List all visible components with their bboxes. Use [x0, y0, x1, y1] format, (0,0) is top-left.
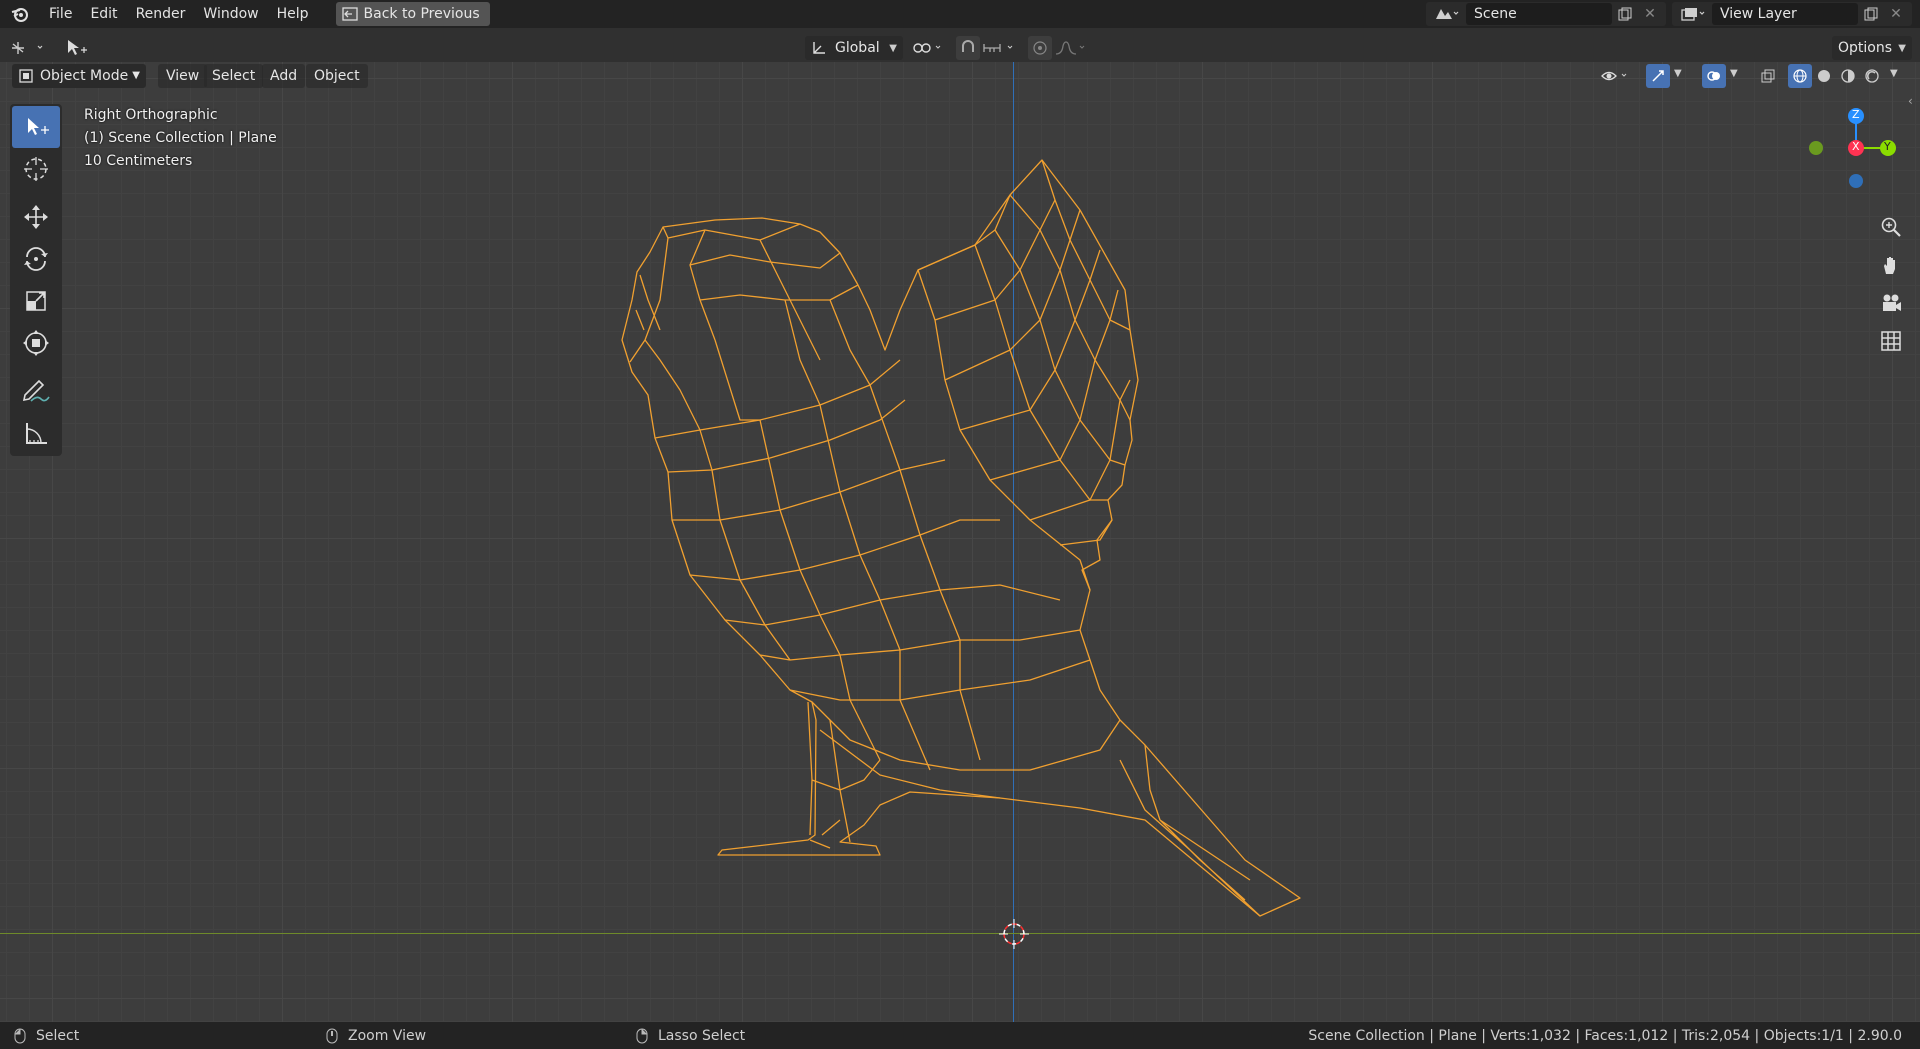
select-tool[interactable]	[12, 106, 60, 148]
scene-statistics: Scene Collection | Plane | Verts:1,032 |…	[1308, 1027, 1902, 1044]
menu-render[interactable]: Render	[127, 0, 195, 28]
transform-tool[interactable]	[12, 322, 60, 364]
3d-cursor-icon[interactable]	[997, 917, 1031, 951]
scene-selector[interactable]: Scene ✕	[1426, 2, 1666, 26]
snap-element-dropdown[interactable]	[982, 36, 1020, 60]
cursor-icon	[24, 157, 48, 181]
proportional-edit-icon[interactable]	[1028, 36, 1052, 60]
status-zoom-label: Zoom View	[348, 1027, 427, 1044]
status-zoom-hint: Zoom View	[326, 1028, 426, 1044]
transform-orientation-dropdown[interactable]: Global ▼	[805, 36, 903, 60]
mouse-left-icon	[14, 1028, 26, 1043]
new-scene-icon[interactable]	[1612, 7, 1638, 21]
mouse-middle-icon	[326, 1028, 338, 1043]
rotate-tool[interactable]	[12, 238, 60, 280]
pan-hand-icon[interactable]	[1874, 248, 1908, 282]
scene-icon[interactable]	[1426, 2, 1466, 26]
zoom-icon[interactable]	[1874, 210, 1908, 244]
measure-ruler-icon	[26, 423, 47, 444]
camera-view-icon[interactable]	[1874, 286, 1908, 320]
3d-viewport[interactable]: Object Mode ▼ View Select Add Object ▼ ▼…	[0, 62, 1920, 1022]
orientation-label: Global	[835, 40, 880, 56]
measure-tool[interactable]	[12, 412, 60, 454]
scale-tool[interactable]	[12, 280, 60, 322]
bird-mesh-wireframe[interactable]	[0, 62, 1920, 1022]
scale-icon	[26, 291, 46, 311]
annotate-pencil-icon	[22, 379, 50, 402]
select-box-icon	[28, 118, 49, 135]
menu-file[interactable]: File	[40, 0, 81, 28]
status-lasso-label: Lasso Select	[658, 1027, 746, 1044]
annotate-tool[interactable]	[12, 370, 60, 412]
select-box-tool-icon[interactable]	[64, 36, 90, 60]
move-icon	[24, 205, 48, 229]
chevron-down-icon: ▼	[889, 42, 897, 54]
view-layer-selector[interactable]: View Layer ✕	[1672, 2, 1912, 26]
gizmo-x-label: X	[1852, 140, 1860, 153]
navigation-gizmo[interactable]: Z Y X	[1800, 82, 1900, 192]
proportional-falloff-dropdown[interactable]	[1054, 36, 1090, 60]
menu-window[interactable]: Window	[194, 0, 267, 28]
transform-icon	[23, 330, 49, 356]
grid-perspective-icon[interactable]	[1874, 324, 1908, 358]
gizmo-y-label: Y	[1884, 140, 1891, 153]
menu-edit[interactable]: Edit	[81, 0, 126, 28]
options-dropdown[interactable]: Options ▼	[1832, 36, 1912, 60]
rotate-icon	[24, 247, 48, 271]
sidebar-toggle-icon[interactable]: ‹	[1908, 94, 1913, 108]
status-select-hint: Select	[14, 1028, 79, 1044]
menu-help[interactable]: Help	[268, 0, 318, 28]
back-icon	[341, 7, 358, 21]
toolbar	[10, 104, 62, 456]
top-menu-bar: File Edit Render Window Help Back to Pre…	[0, 0, 1920, 28]
status-bar: Select Zoom View Lasso Select Scene Coll…	[0, 1022, 1920, 1049]
editor-type-icon[interactable]	[10, 36, 50, 60]
options-label: Options	[1838, 40, 1893, 56]
new-view-layer-icon[interactable]	[1858, 7, 1884, 21]
back-to-previous-button[interactable]: Back to Previous	[335, 2, 490, 26]
cursor-tool[interactable]	[12, 148, 60, 190]
status-lasso-hint: Lasso Select	[636, 1028, 745, 1044]
pivot-point-dropdown[interactable]	[912, 36, 948, 60]
mouse-right-icon	[636, 1028, 648, 1043]
gizmo-z-label: Z	[1852, 108, 1860, 121]
move-tool[interactable]	[12, 196, 60, 238]
orientation-icon	[813, 42, 825, 54]
delete-view-layer-icon[interactable]: ✕	[1884, 6, 1908, 22]
blender-logo-icon[interactable]	[0, 0, 40, 28]
view-layer-name-field[interactable]: View Layer	[1712, 3, 1858, 25]
view-layer-icon[interactable]	[1672, 2, 1712, 26]
pivot-icon	[913, 43, 941, 53]
delete-scene-icon[interactable]: ✕	[1638, 6, 1662, 22]
snap-toggle-icon[interactable]	[956, 36, 980, 60]
options-chevron-icon: ▼	[1898, 42, 1906, 54]
status-select-label: Select	[36, 1027, 80, 1044]
back-to-previous-label: Back to Previous	[363, 6, 480, 22]
scene-name-field[interactable]: Scene	[1466, 3, 1612, 25]
